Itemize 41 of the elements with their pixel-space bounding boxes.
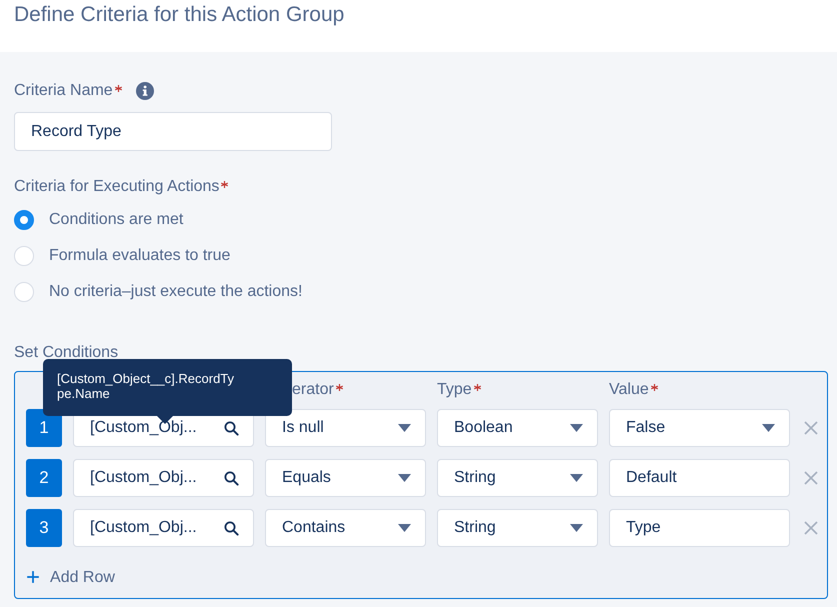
field-lookup[interactable]: [Custom_Obj...	[73, 459, 254, 497]
operator-select[interactable]: Contains	[265, 509, 426, 547]
caret-icon	[398, 424, 411, 432]
column-header: erator	[292, 381, 334, 399]
radio-label[interactable]: No criteria–just execute the actions!	[49, 283, 302, 301]
caret-icon	[398, 524, 411, 532]
caret-icon	[570, 424, 583, 432]
radio-label[interactable]: Formula evaluates to true	[49, 247, 230, 265]
field-label: Criteria Name	[14, 82, 113, 100]
caret-icon	[398, 474, 411, 482]
type-select[interactable]: Boolean	[437, 409, 598, 447]
info-icon[interactable]	[136, 82, 154, 100]
search-icon	[224, 420, 239, 436]
close-icon[interactable]	[804, 521, 818, 535]
type-select[interactable]: String	[437, 459, 598, 497]
search-icon	[224, 520, 239, 536]
type-select[interactable]: String	[437, 509, 598, 547]
caret-icon	[570, 524, 583, 532]
close-icon[interactable]	[804, 471, 818, 485]
close-icon[interactable]	[804, 421, 818, 435]
add-row-button[interactable]: + Add Row	[26, 569, 115, 587]
page-title: Define Criteria for this Action Group	[14, 2, 346, 27]
row-number-badge: 2	[26, 459, 62, 497]
value-select[interactable]: False	[609, 409, 790, 447]
radio-button[interactable]	[14, 210, 34, 230]
operator-select[interactable]: Is null	[265, 409, 426, 447]
column-header: Type	[437, 381, 472, 399]
caret-icon	[762, 424, 775, 432]
field-lookup[interactable]: [Custom_Obj...	[73, 509, 254, 547]
section-label: Set Conditions	[14, 344, 118, 361]
search-icon	[224, 470, 239, 486]
row-number-badge: 1	[26, 409, 62, 447]
caret-icon	[570, 474, 583, 482]
value-input[interactable]: Default	[609, 459, 790, 497]
radio-label[interactable]: Conditions are met	[49, 211, 184, 229]
criteria-name-input[interactable]: Record Type	[14, 112, 332, 151]
operator-select[interactable]: Equals	[265, 459, 426, 497]
field-label: Criteria for Executing Actions	[14, 178, 220, 196]
row-number-badge: 3	[26, 509, 62, 547]
column-header: Value	[609, 381, 649, 399]
value-input[interactable]: Type	[609, 509, 790, 547]
